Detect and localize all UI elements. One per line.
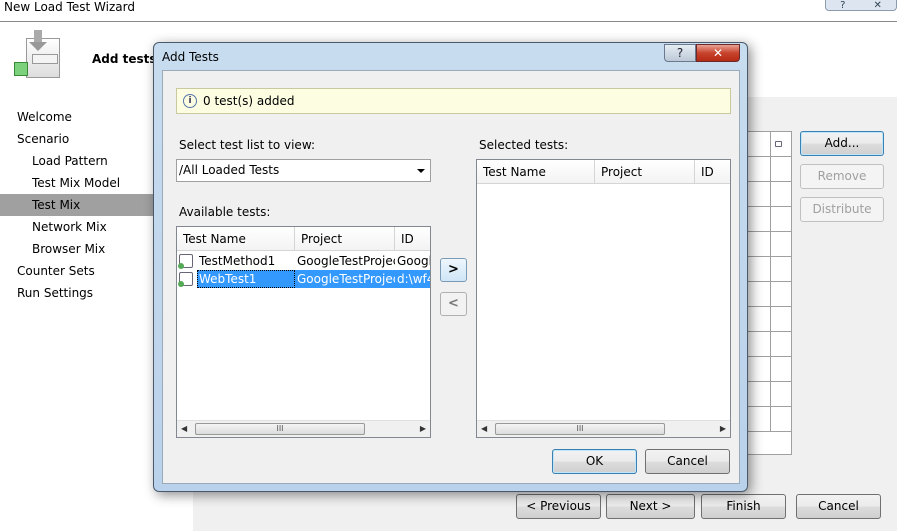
info-icon: i [183,94,197,108]
test-list-label: Select test list to view: [179,138,316,152]
info-text: 0 test(s) added [203,94,295,108]
nav-browser-mix[interactable]: Browser Mix [32,238,105,260]
dialog-help-button[interactable]: ? [664,44,696,62]
nav-scenario[interactable]: Scenario [17,128,69,150]
column-test-name[interactable]: Test Name [177,227,295,251]
dialog-client: i 0 test(s) added Select test list to vi… [162,70,740,484]
remove-button[interactable]: Remove [800,164,884,189]
dialog-title: Add Tests [162,50,219,64]
available-tests-list[interactable]: Test Name Project ID TestMethod1 GoogleT… [176,226,431,438]
available-tests-label: Available tests: [179,205,271,219]
test-mix-grid[interactable] [745,131,792,455]
help-button[interactable]: ? [840,0,845,11]
column-project[interactable]: Project [595,160,695,184]
horizontal-scrollbar[interactable]: ◀ III ▶ [177,420,430,437]
distribute-button[interactable]: Distribute [800,197,884,222]
test-list-value: /All Loaded Tests [179,163,280,177]
divider [0,21,897,22]
wizard-window-controls: ? ✕ [825,0,897,11]
nav-test-mix[interactable]: Test Mix [0,194,155,216]
nav-counter-sets[interactable]: Counter Sets [17,260,95,282]
nav-network-mix[interactable]: Network Mix [32,216,107,238]
column-project[interactable]: Project [295,227,395,251]
close-button[interactable]: ✕ [874,0,882,11]
finish-button[interactable]: Finish [701,494,786,519]
selected-tests-list[interactable]: Test Name Project ID ◀ III ▶ [476,159,731,438]
web-test-icon [178,272,193,287]
scroll-left-icon[interactable]: ◀ [481,424,487,433]
nav-load-pattern[interactable]: Load Pattern [32,150,108,172]
add-tests-dialog: Add Tests ? ✕ i 0 test(s) added Select t… [153,42,748,492]
wizard-cancel-button[interactable]: Cancel [796,494,881,519]
nav-welcome[interactable]: Welcome [17,106,72,128]
scroll-right-icon[interactable]: ▶ [420,424,426,433]
wizard-title: New Load Test Wizard [4,0,135,14]
unit-test-icon [178,254,193,269]
column-id[interactable]: ID [395,227,430,251]
previous-button[interactable]: < Previous [516,494,601,519]
next-button[interactable]: Next > [606,494,695,519]
remove-selected-button[interactable]: < [440,292,467,316]
table-row[interactable]: TestMethod1 GoogleTestProject Googl [177,252,430,270]
scroll-thumb[interactable]: III [195,423,365,435]
test-list-dropdown[interactable]: /All Loaded Tests [176,159,431,182]
ok-button[interactable]: OK [552,449,637,474]
column-test-name[interactable]: Test Name [477,160,595,184]
selected-tests-label: Selected tests: [479,138,569,152]
add-button[interactable]: Add... [800,131,884,156]
column-id[interactable]: ID [695,160,730,184]
dialog-cancel-button[interactable]: Cancel [645,449,730,474]
nav-run-settings[interactable]: Run Settings [17,282,93,304]
lock-icon [775,141,782,147]
scroll-right-icon[interactable]: ▶ [720,424,726,433]
add-selected-button[interactable]: > [440,258,467,282]
dialog-close-button[interactable]: ✕ [696,44,740,62]
nav-test-mix-model[interactable]: Test Mix Model [32,172,120,194]
scroll-thumb[interactable]: III [495,423,665,435]
wizard-icon [14,30,64,80]
table-row[interactable]: WebTest1 GoogleTestProject d:\wf4 [177,270,430,288]
scroll-left-icon[interactable]: ◀ [181,424,187,433]
chevron-down-icon [417,169,425,173]
info-bar: i 0 test(s) added [176,88,731,114]
horizontal-scrollbar[interactable]: ◀ III ▶ [477,420,730,437]
